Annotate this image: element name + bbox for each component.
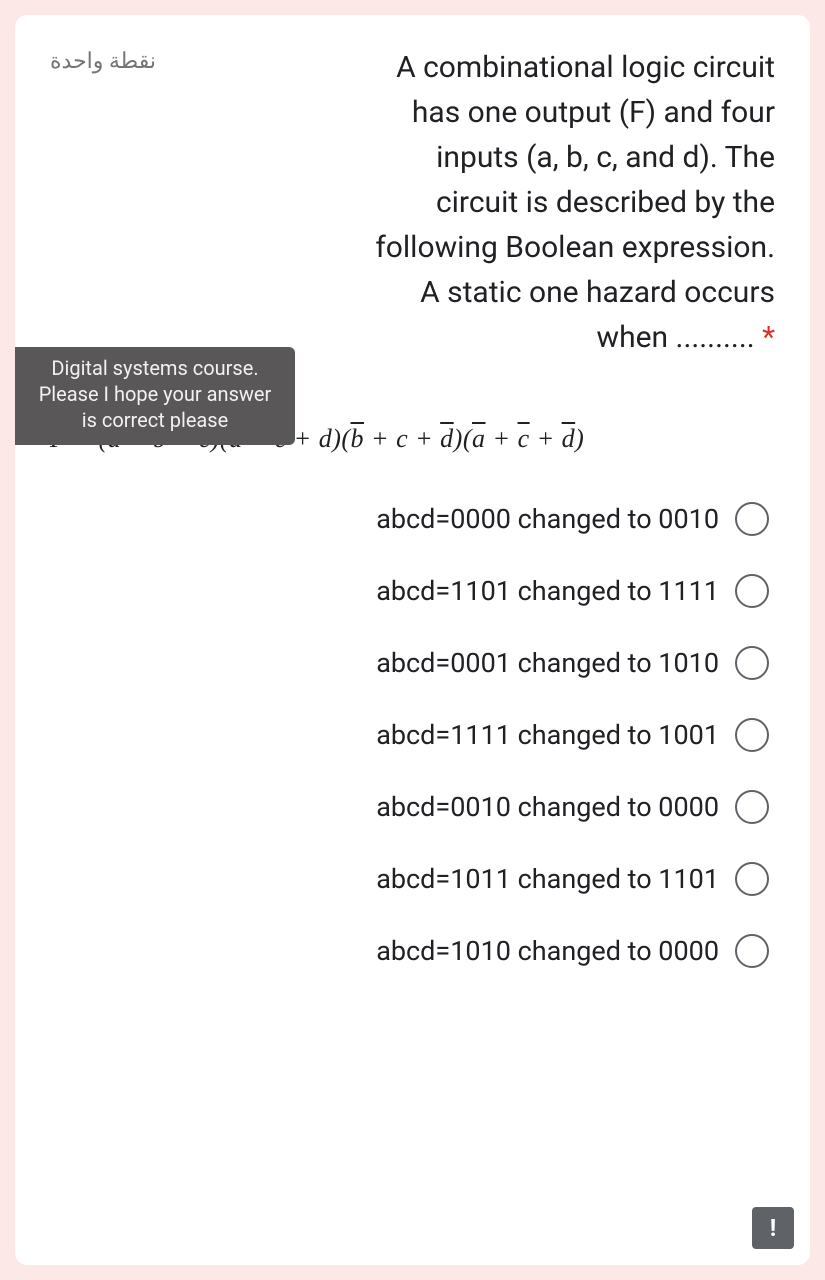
radio-icon[interactable]	[735, 718, 769, 752]
option-item[interactable]: abcd=1111 changed to 1001	[50, 704, 775, 766]
radio-icon[interactable]	[735, 574, 769, 608]
alert-icon[interactable]: !	[752, 1207, 794, 1249]
option-label: abcd=1010 changed to 0000	[376, 935, 719, 967]
required-star: *	[762, 320, 775, 355]
options-list: abcd=0000 changed to 0010 abcd=1101 chan…	[50, 488, 775, 982]
question-line: circuit is described by the	[436, 185, 775, 220]
tooltip-line: Please I hope your answer	[39, 382, 272, 406]
question-line-when: when .......... *	[597, 320, 775, 355]
question-text: A combinational logic circuit has one ou…	[174, 45, 775, 360]
question-line: inputs (a, b, c, and d). The	[436, 140, 775, 175]
question-line: has one output (F) and four	[412, 95, 775, 130]
tooltip-note: Digital systems course. Please I hope yo…	[15, 347, 295, 445]
option-label: abcd=1111 changed to 1001	[376, 719, 719, 751]
option-item[interactable]: abcd=1010 changed to 0000	[50, 920, 775, 982]
option-label: abcd=0000 changed to 0010	[376, 503, 719, 535]
option-item[interactable]: abcd=0010 changed to 0000	[50, 776, 775, 838]
option-item[interactable]: abcd=1101 changed to 1111	[50, 560, 775, 622]
tooltip-line: Digital systems course.	[51, 356, 258, 380]
question-line: following Boolean expression.	[375, 230, 775, 265]
points-label: نقطة واحدة	[50, 45, 156, 74]
option-label: abcd=0010 changed to 0000	[376, 791, 719, 823]
option-item[interactable]: abcd=0000 changed to 0010	[50, 488, 775, 550]
option-label: abcd=0001 changed to 1010	[376, 647, 719, 679]
option-item[interactable]: abcd=1011 changed to 1101	[50, 848, 775, 910]
radio-icon[interactable]	[735, 790, 769, 824]
question-line: A static one hazard occurs	[420, 275, 775, 310]
option-label: abcd=1011 changed to 1101	[376, 863, 719, 895]
radio-icon[interactable]	[735, 862, 769, 896]
tooltip-line: is correct please	[82, 408, 228, 432]
radio-icon[interactable]	[735, 646, 769, 680]
question-line: A combinational logic circuit	[396, 50, 775, 85]
question-card: نقطة واحدة A combinational logic circuit…	[15, 15, 810, 1265]
radio-icon[interactable]	[735, 502, 769, 536]
radio-icon[interactable]	[735, 934, 769, 968]
option-label: abcd=1101 changed to 1111	[376, 575, 719, 607]
option-item[interactable]: abcd=0001 changed to 1010	[50, 632, 775, 694]
question-header: نقطة واحدة A combinational logic circuit…	[50, 45, 775, 360]
